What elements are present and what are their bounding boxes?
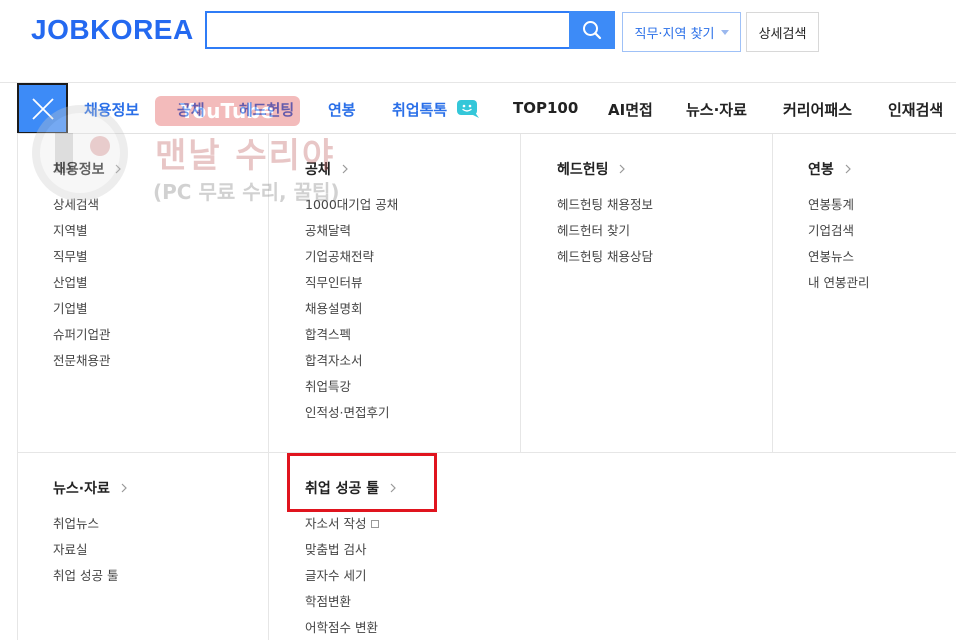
menu-row-divider bbox=[17, 452, 956, 453]
menu-col-divider bbox=[268, 134, 269, 640]
menu-link-label: 자소서 작성 bbox=[305, 516, 367, 531]
search-box bbox=[205, 11, 569, 49]
nav-item-public-recruit[interactable]: 공채 bbox=[177, 99, 205, 120]
menu-col-divider bbox=[772, 134, 773, 452]
chevron-right-icon bbox=[845, 164, 851, 174]
menu-section-recruit-info: 채용정보 상세검색 지역별 직무별 산업별 기업별 슈퍼기업관 전문채용관 bbox=[53, 160, 122, 374]
nav-item-top100[interactable]: TOP100 bbox=[513, 99, 578, 117]
menu-link[interactable]: 기업검색 bbox=[808, 218, 869, 244]
menu-section-title-label: 연봉 bbox=[808, 162, 834, 178]
chevron-right-icon bbox=[121, 483, 127, 493]
menu-section-title-label: 채용정보 bbox=[53, 162, 105, 178]
nav-item-news-data[interactable]: 뉴스·자료 bbox=[686, 99, 747, 120]
detail-search-button[interactable]: 상세검색 bbox=[746, 12, 819, 52]
menu-link[interactable]: 인적성·면접후기 bbox=[305, 400, 398, 426]
menu-section-title[interactable]: 뉴스·자료 bbox=[53, 479, 127, 499]
menu-link-list: 1000대기업 공채 공채달력 기업공채전략 직무인터뷰 채용설명회 합격스펙 … bbox=[305, 192, 398, 426]
menu-link[interactable]: 직무인터뷰 bbox=[305, 270, 398, 296]
highlight-box bbox=[287, 453, 437, 512]
chevron-right-icon bbox=[619, 164, 626, 174]
menu-link[interactable]: 산업별 bbox=[53, 270, 121, 296]
menu-section-headhunting: 헤드헌팅 헤드헌팅 채용정보 헤드헌터 찾기 헤드헌팅 채용상담 bbox=[557, 160, 653, 270]
menu-link[interactable]: 취업뉴스 bbox=[53, 511, 127, 537]
menu-link[interactable]: 1000대기업 공채 bbox=[305, 192, 398, 218]
nav-item-career-path[interactable]: 커리어패스 bbox=[783, 99, 852, 120]
menu-section-title-label: 뉴스·자료 bbox=[53, 481, 110, 497]
external-window-icon bbox=[371, 520, 380, 528]
menu-section-title[interactable]: 채용정보 bbox=[53, 160, 122, 180]
menu-link[interactable]: 상세검색 bbox=[53, 192, 121, 218]
menu-link[interactable]: 슈퍼기업관 bbox=[53, 322, 121, 348]
menu-link[interactable]: 내 연봉관리 bbox=[808, 270, 869, 296]
menu-section-salary: 연봉 연봉통계 기업검색 연봉뉴스 내 연봉관리 bbox=[808, 160, 869, 296]
menu-link[interactable]: 헤드헌팅 채용상담 bbox=[557, 244, 653, 270]
menu-border-left bbox=[17, 134, 18, 640]
menu-section-title-label: 공채 bbox=[305, 162, 331, 178]
nav-item-talent-search[interactable]: 인재검색 bbox=[888, 99, 943, 120]
chevron-right-icon bbox=[115, 164, 122, 174]
main-nav: 채용정보 공채 헤드헌팅 연봉 취업톡톡 TOP100 AI면접 뉴스·자료 커… bbox=[0, 83, 956, 134]
menu-link-list: 취업뉴스 자료실 취업 성공 툴 bbox=[53, 511, 127, 589]
search-icon bbox=[583, 21, 602, 40]
chevron-right-icon bbox=[342, 164, 348, 174]
menu-link[interactable]: 연봉통계 bbox=[808, 192, 869, 218]
menu-section-title[interactable]: 연봉 bbox=[808, 160, 869, 180]
search-button[interactable] bbox=[569, 11, 615, 49]
nav-item-ai-interview[interactable]: AI면접 bbox=[608, 99, 653, 120]
menu-link[interactable]: 직무별 bbox=[53, 244, 121, 270]
menu-link[interactable]: 합격스펙 bbox=[305, 322, 398, 348]
menu-link[interactable]: 연봉뉴스 bbox=[808, 244, 869, 270]
menu-link-list: 헤드헌팅 채용정보 헤드헌터 찾기 헤드헌팅 채용상담 bbox=[557, 192, 653, 270]
menu-link[interactable]: 맞춤법 검사 bbox=[305, 537, 396, 563]
menu-link[interactable]: 어학점수 변환 bbox=[305, 615, 396, 641]
menu-link-list: 자소서 작성 맞춤법 검사 글자수 세기 학점변환 어학점수 변환 bbox=[305, 511, 396, 641]
menu-link-list: 연봉통계 기업검색 연봉뉴스 내 연봉관리 bbox=[808, 192, 869, 296]
menu-section-title-label: 헤드헌팅 bbox=[557, 162, 609, 178]
nav-item-recruit-info[interactable]: 채용정보 bbox=[84, 99, 139, 120]
menu-section-news-data: 뉴스·자료 취업뉴스 자료실 취업 성공 툴 bbox=[53, 479, 127, 589]
menu-link[interactable]: 자료실 bbox=[53, 537, 127, 563]
menu-section-public-recruit: 공채 1000대기업 공채 공채달력 기업공채전략 직무인터뷰 채용설명회 합격… bbox=[305, 160, 398, 426]
menu-link[interactable]: 기업공채전략 bbox=[305, 244, 398, 270]
search-input[interactable] bbox=[217, 14, 561, 48]
close-menu-button[interactable] bbox=[17, 83, 68, 134]
menu-link[interactable]: 채용설명회 bbox=[305, 296, 398, 322]
nav-item-headhunting[interactable]: 헤드헌팅 bbox=[239, 99, 294, 120]
menu-link[interactable]: 기업별 bbox=[53, 296, 121, 322]
jobkorea-logo[interactable]: JOBKOREA bbox=[31, 14, 194, 46]
menu-col-divider bbox=[520, 134, 521, 452]
menu-link[interactable]: 글자수 세기 bbox=[305, 563, 396, 589]
menu-section-title[interactable]: 공채 bbox=[305, 160, 398, 180]
nav-item-salary[interactable]: 연봉 bbox=[328, 99, 356, 120]
menu-link[interactable]: 헤드헌팅 채용정보 bbox=[557, 192, 653, 218]
header: JOBKOREA 직무·지역 찾기 상세검색 bbox=[0, 0, 956, 82]
job-region-finder-label: 직무·지역 찾기 bbox=[634, 26, 715, 42]
nav-item-job-talk-label: 취업톡톡 bbox=[392, 101, 448, 119]
menu-link[interactable]: 자소서 작성 bbox=[305, 511, 396, 537]
menu-link[interactable]: 취업 성공 툴 bbox=[53, 563, 127, 589]
menu-link[interactable]: 헤드헌터 찾기 bbox=[557, 218, 653, 244]
menu-link[interactable]: 전문채용관 bbox=[53, 348, 121, 374]
menu-link-list: 상세검색 지역별 직무별 산업별 기업별 슈퍼기업관 전문채용관 bbox=[53, 192, 121, 374]
caret-down-icon bbox=[720, 29, 729, 35]
menu-link[interactable]: 지역별 bbox=[53, 218, 121, 244]
job-region-finder-button[interactable]: 직무·지역 찾기 bbox=[622, 12, 741, 52]
menu-link[interactable]: 학점변환 bbox=[305, 589, 396, 615]
menu-link[interactable]: 공채달력 bbox=[305, 218, 398, 244]
close-icon bbox=[31, 97, 54, 120]
nav-item-job-talk[interactable]: 취업톡톡 bbox=[392, 99, 481, 120]
menu-link[interactable]: 취업특강 bbox=[305, 374, 398, 400]
mega-menu: 채용정보 상세검색 지역별 직무별 산업별 기업별 슈퍼기업관 전문채용관 공채… bbox=[17, 134, 956, 640]
menu-section-title[interactable]: 헤드헌팅 bbox=[557, 160, 653, 180]
chat-bubble-icon bbox=[457, 100, 480, 118]
menu-link[interactable]: 합격자소서 bbox=[305, 348, 398, 374]
